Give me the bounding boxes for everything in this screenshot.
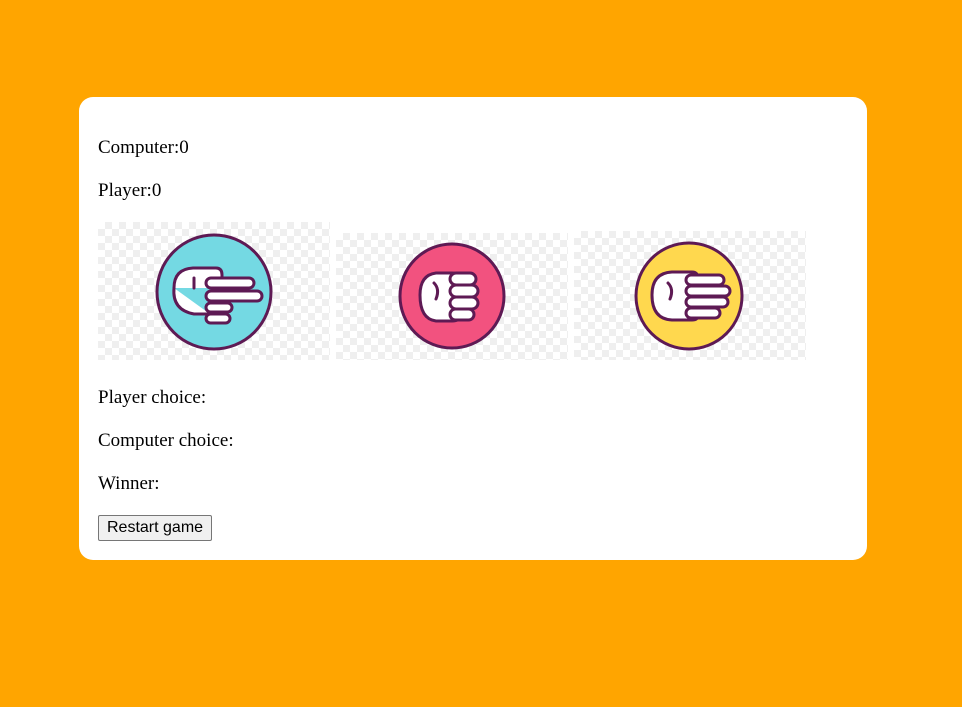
restart-game-button[interactable]: Restart game (98, 515, 213, 541)
player-score: Player:0 (98, 180, 161, 202)
player-choice-label: Player choice: (98, 387, 207, 408)
computer-score-value: 0 (179, 137, 189, 158)
rock-choice[interactable] (336, 233, 568, 360)
winner: Winner: (98, 473, 160, 495)
player-score-value: 0 (151, 180, 162, 201)
player-choice: Player choice: (98, 387, 206, 409)
scissors-hand-icon (155, 233, 273, 351)
player-score-label: Player: (98, 180, 152, 201)
scissors-choice[interactable] (98, 222, 330, 360)
game-card: Computer:0 Player:0 Player choice: Compu… (79, 97, 867, 560)
computer-choice-label: Computer choice: (98, 430, 234, 451)
computer-score: Computer:0 (98, 137, 189, 159)
winner-label: Winner: (98, 473, 160, 494)
computer-score-label: Computer: (98, 137, 180, 158)
rock-fist-icon (398, 242, 506, 350)
paper-hand-icon (634, 241, 744, 351)
computer-choice: Computer choice: (98, 430, 234, 452)
paper-choice[interactable] (574, 231, 806, 360)
